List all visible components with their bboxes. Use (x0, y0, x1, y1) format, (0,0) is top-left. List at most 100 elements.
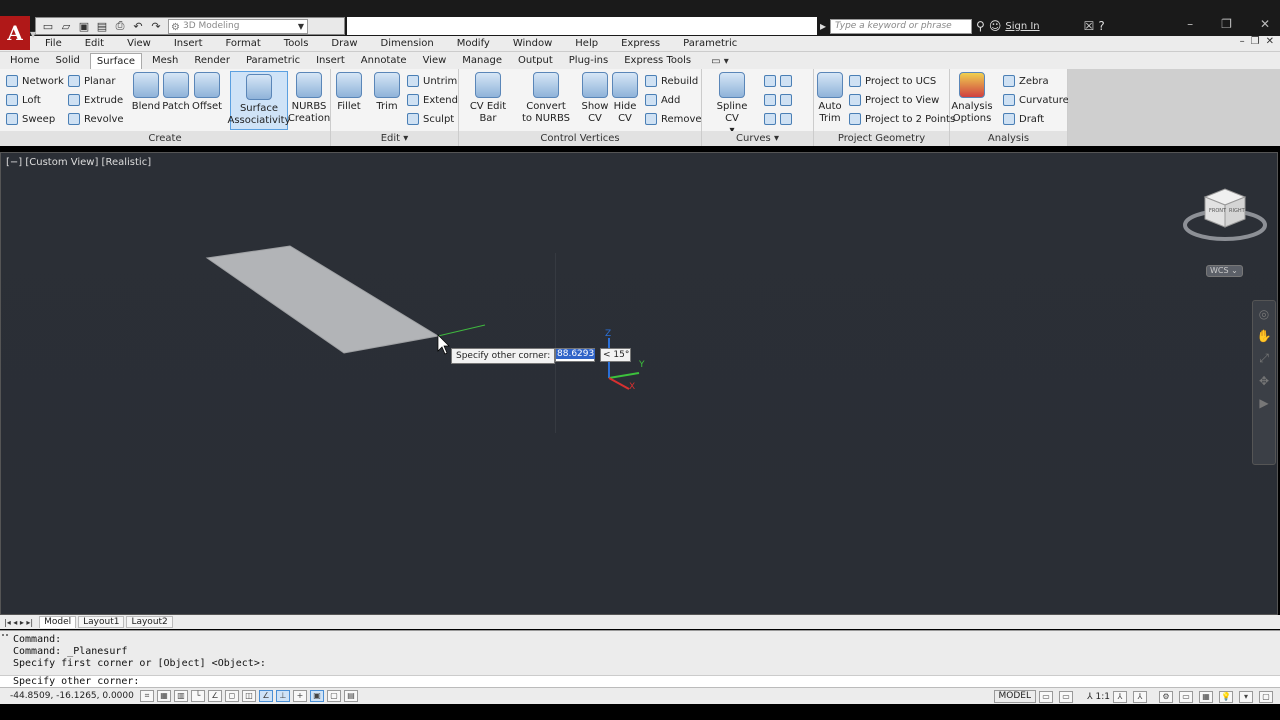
menu-window[interactable]: Window (513, 38, 552, 49)
menu-dimension[interactable]: Dimension (381, 38, 434, 49)
object-snap-tracking-icon[interactable]: ∠ (259, 690, 273, 702)
autocad-logo[interactable]: A (0, 16, 30, 50)
planar-button[interactable]: Planar (68, 73, 116, 89)
quick-view-drawings-icon[interactable]: ▭ (1059, 690, 1074, 703)
isolate-objects-icon[interactable]: 💡 (1219, 690, 1233, 703)
project-to-view-button[interactable]: Project to View (849, 92, 939, 108)
tab-output[interactable]: Output (512, 53, 559, 69)
infer-constraints-icon[interactable]: ⌗ (140, 690, 154, 702)
untrim-button[interactable]: Untrim (407, 73, 457, 89)
drawing-viewport[interactable]: [−] [Custom View] [Realistic] Z Y X Spec… (0, 152, 1278, 615)
hide-cv-button[interactable]: Hide CV (611, 72, 639, 125)
lock-icon[interactable]: ▭ (1179, 690, 1193, 703)
exchange-icon[interactable]: ☒ (1084, 19, 1095, 33)
open-icon[interactable]: ▱ (58, 19, 74, 33)
lineweight-icon[interactable]: ▣ (310, 690, 324, 702)
menu-format[interactable]: Format (226, 38, 261, 49)
menu-edit[interactable]: Edit (85, 38, 104, 49)
show-cv-button[interactable]: Show CV (581, 72, 609, 125)
menu-insert[interactable]: Insert (174, 38, 203, 49)
drawing-minimize-icon[interactable]: – (1240, 36, 1245, 47)
tab-insert[interactable]: Insert (310, 53, 351, 69)
tab-layout1[interactable]: Layout1 (78, 616, 125, 628)
minimize-icon[interactable]: – (1187, 17, 1193, 31)
auto-scale-icon[interactable]: ⅄ (1133, 690, 1147, 703)
orbit-icon[interactable]: ✥ (1259, 374, 1269, 388)
close-icon[interactable]: ✕ (1260, 17, 1270, 31)
extend-button[interactable]: Extend (407, 92, 458, 108)
3d-object-snap-icon[interactable]: ◫ (242, 690, 256, 702)
blend-button[interactable]: Blend (132, 72, 160, 113)
menu-express[interactable]: Express (621, 38, 660, 49)
curve-tool-1-button[interactable] (764, 73, 792, 89)
pan-icon[interactable]: ✋ (1257, 329, 1272, 343)
tab-parametric[interactable]: Parametric (240, 53, 306, 69)
snap-mode-icon[interactable]: ▦ (157, 690, 171, 702)
quick-view-layouts-icon[interactable]: ▭ (1039, 690, 1054, 703)
sweep-button[interactable]: Sweep (6, 111, 55, 127)
expand-icon[interactable]: ▸ (820, 19, 826, 33)
dynamic-ucs-icon[interactable]: ⊥ (276, 690, 290, 702)
remove-cv-button[interactable]: Remove (645, 111, 702, 127)
project-to-2-points-button[interactable]: Project to 2 Points (849, 111, 955, 127)
restore-icon[interactable]: ❐ (1221, 17, 1232, 31)
tab-express-tools[interactable]: Express Tools (618, 53, 697, 69)
quick-properties-icon[interactable]: ▤ (344, 690, 358, 702)
convert-to-nurbs-button[interactable]: Convert to NURBS (521, 72, 571, 125)
sculpt-button[interactable]: Sculpt (407, 111, 454, 127)
status-menu-chevron-icon[interactable]: ▾ (1239, 690, 1253, 703)
offset-button[interactable]: Offset (192, 72, 222, 113)
draft-button[interactable]: Draft (1003, 111, 1044, 127)
polar-tracking-icon[interactable]: ∠ (208, 690, 222, 702)
object-snap-icon[interactable]: ◻ (225, 690, 239, 702)
surface-associativity-button[interactable]: Surface Associativity (228, 71, 291, 130)
tab-view[interactable]: View (417, 53, 453, 69)
cv-edit-bar-button[interactable]: CV Edit Bar (463, 72, 513, 125)
rebuild-button[interactable]: Rebuild (645, 73, 698, 89)
viewcube[interactable]: FRONT RIGHT (1183, 183, 1267, 247)
grid-display-icon[interactable]: ▥ (174, 690, 188, 702)
planar-surface[interactable] (205, 245, 440, 354)
saveas-icon[interactable]: ▤ (94, 19, 110, 33)
drawing-restore-icon[interactable]: ❐ (1251, 36, 1260, 47)
nurbs-creation-button[interactable]: NURBS Creation (288, 72, 330, 125)
panel-title-curves[interactable]: Curves ▾ (702, 131, 813, 146)
tab-home[interactable]: Home (4, 53, 46, 69)
trim-button[interactable]: Trim (373, 72, 401, 113)
tab-plugins[interactable]: Plug-ins (563, 53, 614, 69)
menu-parametric[interactable]: Parametric (683, 38, 737, 49)
print-icon[interactable]: ⎙ (112, 19, 128, 33)
tab-annotate[interactable]: Annotate (355, 53, 413, 69)
coordinate-readout[interactable]: -44.8509, -16.1265, 0.0000 (0, 691, 140, 701)
patch-button[interactable]: Patch (162, 72, 190, 113)
workspace-dropdown[interactable]: ⚙ 3D Modeling ▼ (168, 18, 308, 34)
network-button[interactable]: Network (6, 73, 64, 89)
redo-icon[interactable]: ↷ (148, 19, 164, 33)
tab-model[interactable]: Model (39, 616, 77, 628)
tab-layout2[interactable]: Layout2 (126, 616, 173, 628)
extrude-button[interactable]: Extrude (68, 92, 123, 108)
add-cv-button[interactable]: Add (645, 92, 680, 108)
save-icon[interactable]: ▣ (76, 19, 92, 33)
transparency-icon[interactable]: ▢ (327, 690, 341, 702)
sign-in-link[interactable]: Sign In (1005, 21, 1039, 32)
project-to-ucs-button[interactable]: Project to UCS (849, 73, 936, 89)
dynamic-input-field[interactable]: 88.6293 (555, 348, 596, 362)
clean-screen-icon[interactable]: ▢ (1259, 690, 1273, 703)
menu-help[interactable]: Help (575, 38, 598, 49)
analysis-options-button[interactable]: Analysis Options (951, 72, 993, 125)
new-icon[interactable]: ▭ (40, 19, 56, 33)
annotation-scale-icon[interactable]: ⅄ (1087, 692, 1093, 702)
tab-render[interactable]: Render (188, 53, 236, 69)
curvature-button[interactable]: Curvature (1003, 92, 1069, 108)
fillet-button[interactable]: Fillet (335, 72, 363, 113)
auto-trim-button[interactable]: Auto Trim (817, 72, 843, 125)
model-space-toggle[interactable]: MODEL (993, 690, 1037, 703)
drawing-close-icon[interactable]: ✕ (1266, 36, 1274, 47)
layout-nav-arrows-icon[interactable]: |◂ ◂ ▸ ▸| (4, 618, 33, 627)
loft-button[interactable]: Loft (6, 92, 41, 108)
menu-tools[interactable]: Tools (284, 38, 309, 49)
tab-manage[interactable]: Manage (456, 53, 508, 69)
undo-icon[interactable]: ↶ (130, 19, 146, 33)
help-icon[interactable]: ? (1098, 19, 1104, 33)
